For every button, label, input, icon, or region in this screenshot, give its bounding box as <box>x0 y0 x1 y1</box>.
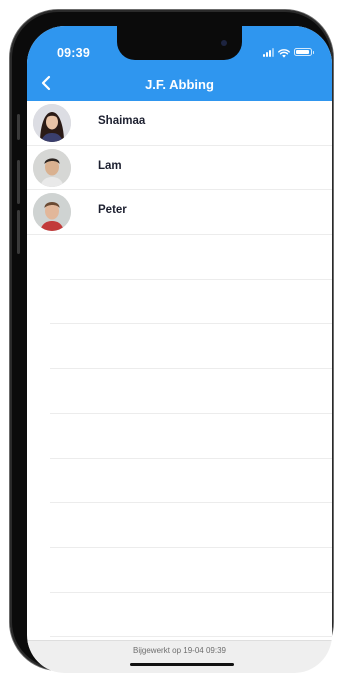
avatar <box>33 104 71 142</box>
people-list: Shaimaa Lam Peter <box>27 101 332 638</box>
empty-row <box>50 503 332 548</box>
avatar <box>33 148 71 187</box>
person-name: Lam <box>98 159 122 172</box>
status-time: 09:39 <box>57 46 90 60</box>
notch <box>117 26 242 60</box>
empty-row <box>50 548 332 593</box>
page-title: J.F. Abbing <box>145 77 214 92</box>
status-icons <box>263 46 314 58</box>
empty-row <box>50 280 332 325</box>
empty-row <box>50 235 332 280</box>
empty-row <box>50 459 332 504</box>
empty-row <box>50 324 332 370</box>
side-button <box>17 114 20 140</box>
list-item-person[interactable]: Shaimaa <box>27 101 332 146</box>
back-button[interactable] <box>35 74 57 96</box>
phone-frame: 09:39 J.F. Abbing Shaimaa Lam Peter Bijg… <box>10 10 333 673</box>
person-name: Peter <box>98 204 127 217</box>
empty-row <box>50 593 332 638</box>
signal-icon <box>263 47 274 57</box>
footer: Bijgewerkt op 19-04 09:39 <box>27 640 332 673</box>
app-header: 09:39 J.F. Abbing <box>27 26 332 101</box>
volume-down-button <box>17 210 20 254</box>
home-indicator[interactable] <box>130 662 234 666</box>
battery-icon <box>294 48 314 56</box>
empty-row <box>50 369 332 414</box>
list-item-person[interactable]: Peter <box>27 190 332 236</box>
wifi-icon <box>278 43 290 62</box>
person-name: Shaimaa <box>98 115 146 127</box>
list-item-person[interactable]: Lam <box>27 146 332 191</box>
screen: 09:39 J.F. Abbing Shaimaa Lam Peter Bijg… <box>27 26 332 673</box>
avatar <box>33 193 71 232</box>
empty-row <box>50 414 332 459</box>
volume-up-button <box>17 160 20 204</box>
chevron-left-icon <box>40 75 52 95</box>
last-updated-text: Bijgewerkt op 19-04 09:39 <box>133 646 226 655</box>
camera-icon <box>221 40 227 46</box>
